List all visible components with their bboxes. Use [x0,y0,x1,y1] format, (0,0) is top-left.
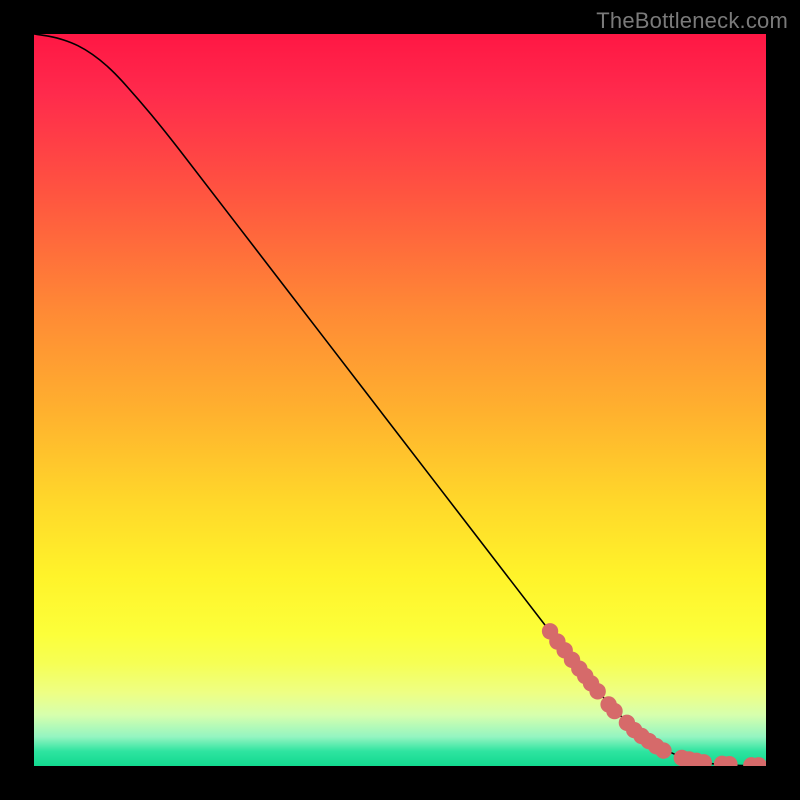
bottleneck-curve [34,34,766,766]
data-marker [589,683,605,699]
chart-overlay [34,34,766,766]
chart-frame: TheBottleneck.com [0,0,800,800]
data-marker [606,703,622,719]
data-markers [542,623,766,766]
data-marker [655,742,671,758]
plot-area [34,34,766,766]
attribution-label: TheBottleneck.com [596,8,788,34]
